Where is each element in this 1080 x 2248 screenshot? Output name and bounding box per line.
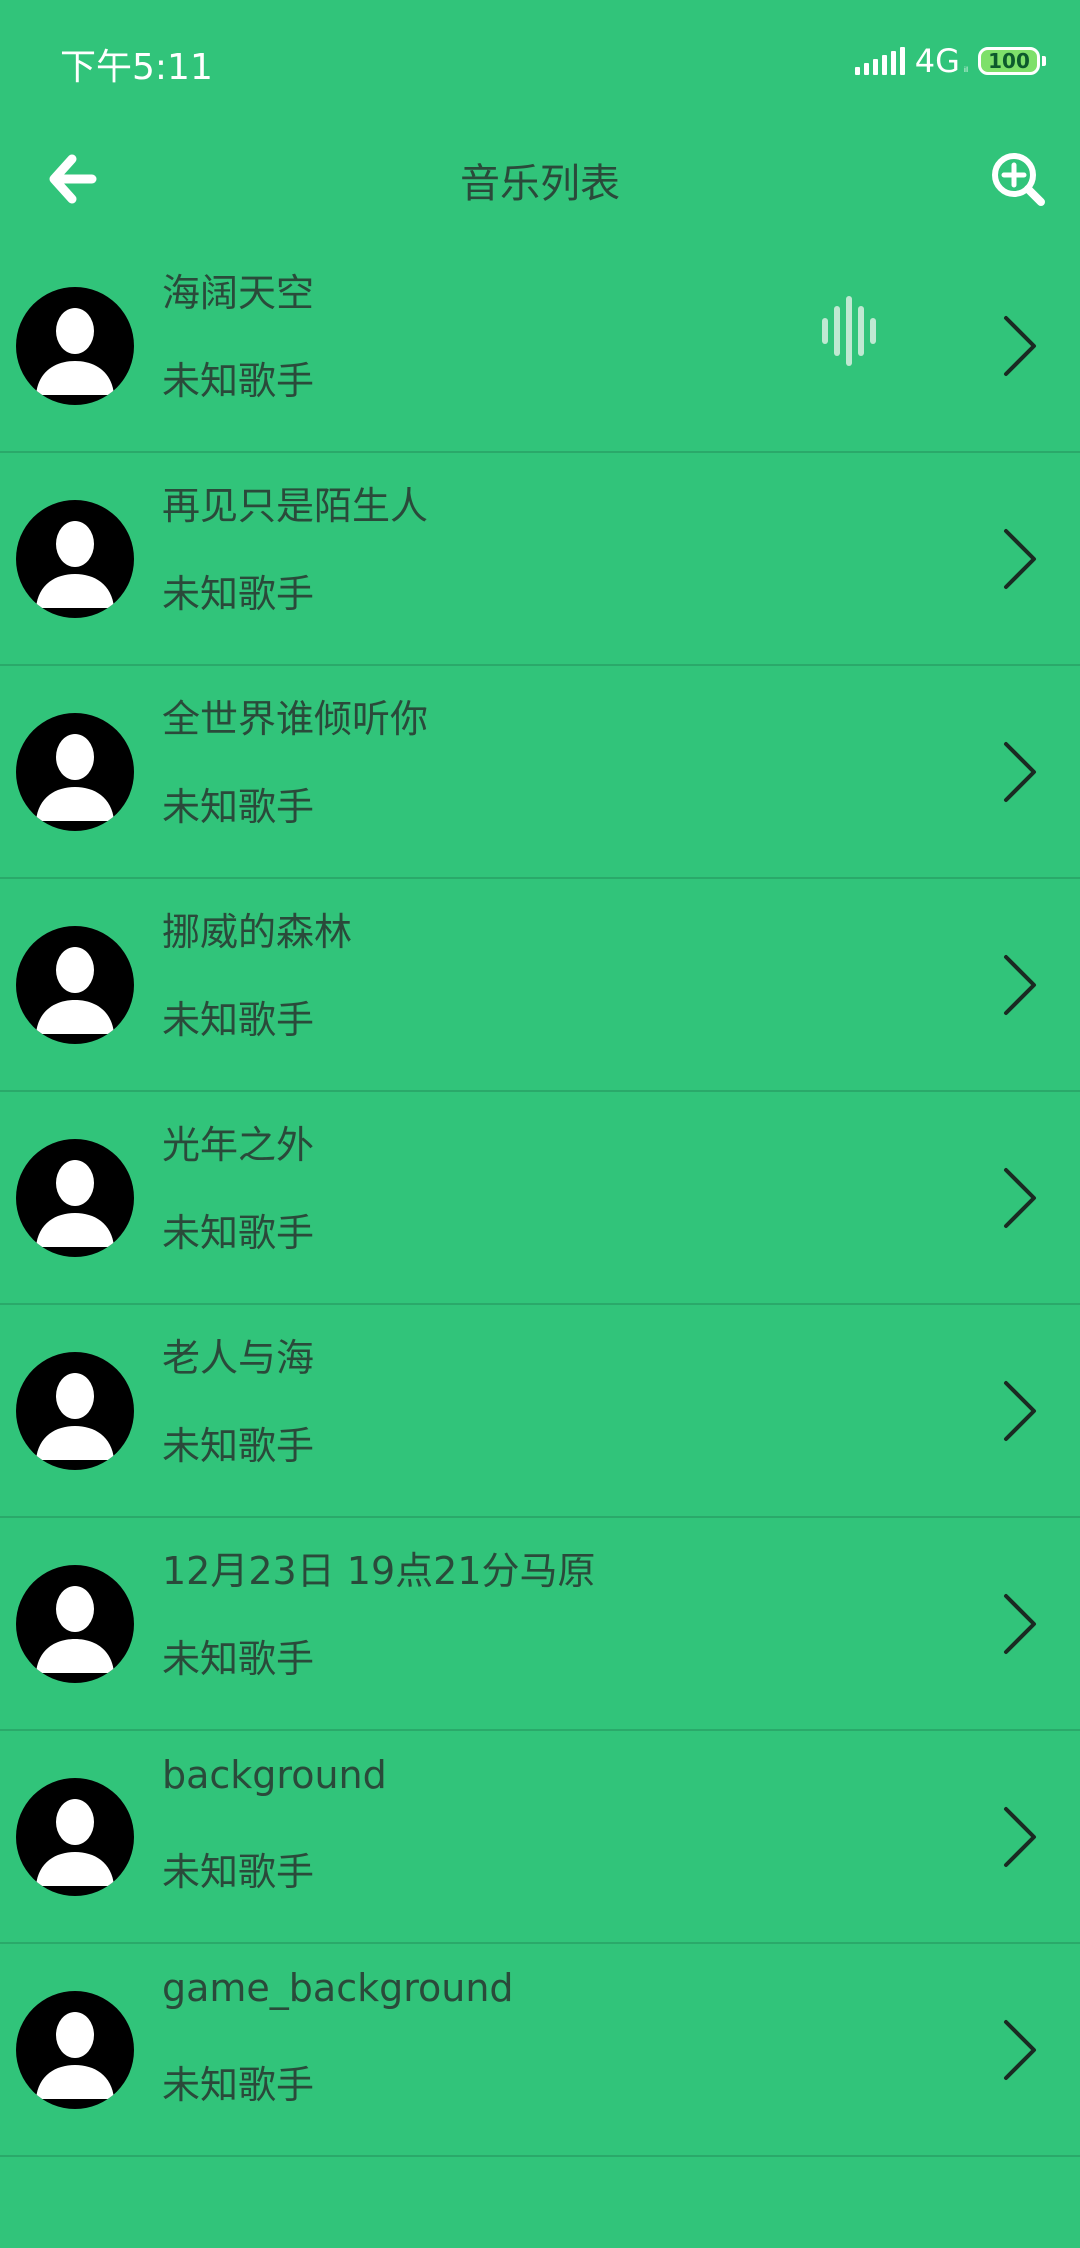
song-row[interactable]: 挪威的森林 未知歌手 — [0, 879, 1080, 1092]
network-activity: ᵢₗ — [963, 61, 968, 75]
song-row[interactable]: game_background 未知歌手 — [0, 1944, 1080, 2157]
song-title: 海阔天空 — [162, 271, 315, 315]
song-artist: 未知歌手 — [162, 1424, 315, 1468]
user-avatar-icon — [36, 1160, 114, 1247]
user-avatar-icon — [36, 521, 114, 608]
avatar — [16, 1139, 134, 1257]
song-row[interactable]: 海阔天空 未知歌手 — [0, 240, 1080, 453]
song-title: 12月23日 19点21分马原 — [162, 1549, 596, 1593]
avatar — [16, 1352, 134, 1470]
song-artist: 未知歌手 — [162, 998, 315, 1042]
chevron-right-icon — [1004, 1381, 1036, 1441]
song-artist: 未知歌手 — [162, 1637, 315, 1681]
song-title: background — [162, 1753, 387, 1797]
song-artist: 未知歌手 — [162, 2063, 315, 2107]
song-row[interactable]: 12月23日 19点21分马原 未知歌手 — [0, 1518, 1080, 1731]
signal-icon — [854, 47, 905, 75]
status-bar: 下午5:11 4G ᵢₗ 100 — [0, 0, 1080, 125]
user-avatar-icon — [36, 1586, 114, 1673]
chevron-right-icon — [1004, 529, 1036, 589]
user-avatar-icon — [36, 2012, 114, 2099]
avatar — [16, 713, 134, 831]
chevron-right-icon — [1004, 1807, 1036, 1867]
song-title: 老人与海 — [162, 1336, 315, 1380]
song-artist: 未知歌手 — [162, 572, 315, 616]
song-artist: 未知歌手 — [162, 1850, 315, 1894]
song-title: game_background — [162, 1966, 514, 2010]
song-title: 再见只是陌生人 — [162, 484, 429, 528]
avatar — [16, 287, 134, 405]
avatar — [16, 926, 134, 1044]
battery-icon: 100 — [978, 47, 1046, 75]
song-row[interactable]: 全世界谁倾听你 未知歌手 — [0, 666, 1080, 879]
battery-level: 100 — [988, 49, 1030, 73]
avatar — [16, 1991, 134, 2109]
search-add-icon — [992, 153, 1045, 206]
song-artist: 未知歌手 — [162, 1211, 315, 1255]
song-list: 海阔天空 未知歌手 再见只是陌生人 未知歌手 全世界谁倾听你 未知歌手 挪威的森… — [0, 240, 1080, 2157]
song-artist: 未知歌手 — [162, 785, 315, 829]
user-avatar-icon — [36, 734, 114, 821]
avatar — [16, 1565, 134, 1683]
song-title: 光年之外 — [162, 1123, 315, 1167]
user-avatar-icon — [36, 1799, 114, 1886]
page-title: 音乐列表 — [460, 161, 620, 207]
chevron-right-icon — [1004, 2020, 1036, 2080]
chevron-right-icon — [1004, 1594, 1036, 1654]
chevron-right-icon — [1004, 742, 1036, 802]
avatar — [16, 500, 134, 618]
song-title: 挪威的森林 — [162, 910, 353, 954]
song-row[interactable]: background 未知歌手 — [0, 1731, 1080, 1944]
search-add-button[interactable] — [986, 147, 1050, 211]
song-artist: 未知歌手 — [162, 359, 315, 403]
app-bar: 音乐列表 — [0, 125, 1080, 230]
song-row[interactable]: 再见只是陌生人 未知歌手 — [0, 453, 1080, 666]
now-playing-icon — [822, 296, 876, 366]
song-row[interactable]: 光年之外 未知歌手 — [0, 1092, 1080, 1305]
user-avatar-icon — [36, 947, 114, 1034]
song-title: 全世界谁倾听你 — [162, 697, 429, 741]
user-avatar-icon — [36, 308, 114, 395]
song-row[interactable]: 老人与海 未知歌手 — [0, 1305, 1080, 1518]
network-type: 4G — [914, 42, 960, 80]
status-time: 下午5:11 — [60, 47, 213, 88]
avatar — [16, 1778, 134, 1896]
chevron-right-icon — [1004, 955, 1036, 1015]
user-avatar-icon — [36, 1373, 114, 1460]
chevron-right-icon — [1004, 1168, 1036, 1228]
status-icons: 4G ᵢₗ 100 — [854, 42, 1046, 80]
chevron-right-icon — [1004, 316, 1036, 376]
